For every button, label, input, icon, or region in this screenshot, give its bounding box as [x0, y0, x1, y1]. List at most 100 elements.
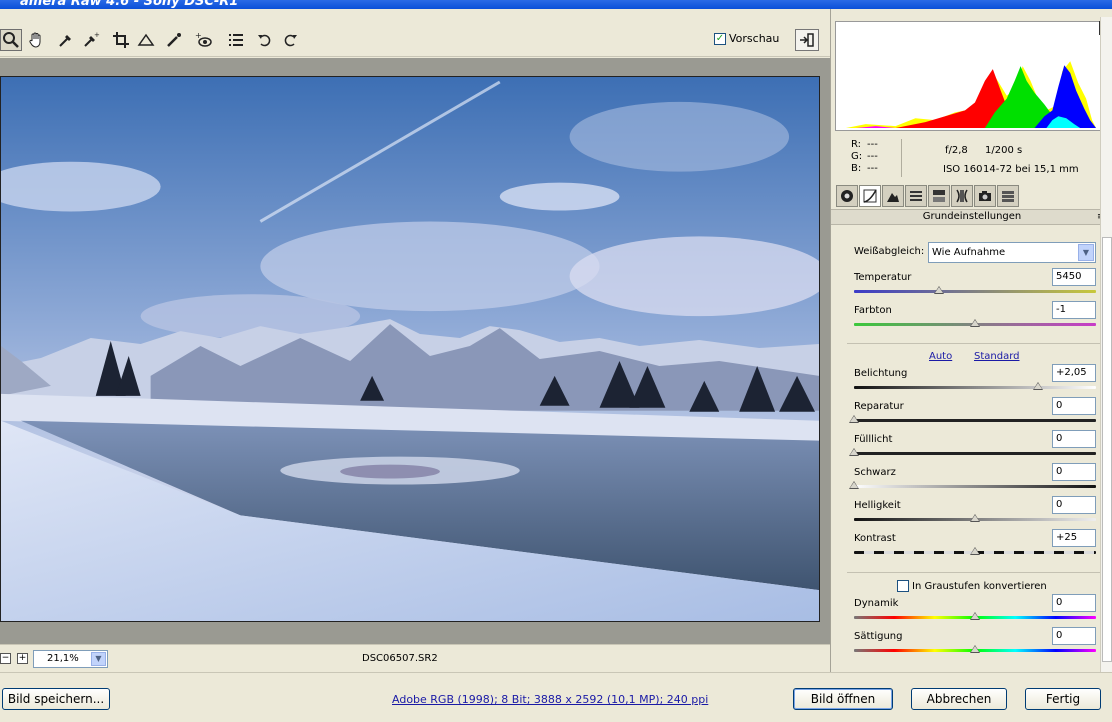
histogram — [835, 21, 1103, 131]
slider-thumb[interactable] — [970, 612, 980, 620]
slider-thumb[interactable] — [970, 319, 980, 327]
aperture-icon — [841, 190, 853, 202]
image-canvas[interactable] — [0, 58, 830, 644]
zoom-out-button[interactable]: − — [0, 653, 11, 664]
slider-label: Schwarz — [854, 467, 896, 478]
slider-thumb[interactable] — [849, 415, 859, 423]
toolbar: + + ✓ Vorschau — [0, 9, 830, 57]
slider-thumb[interactable] — [1032, 382, 1043, 390]
spot-removal-tool-icon[interactable] — [163, 29, 185, 51]
section-title: Grundeinstellungen — [922, 211, 1022, 222]
tab-camera-calibration[interactable] — [974, 185, 996, 207]
slider-label: Belichtung — [854, 368, 908, 379]
section-header: Grundeinstellungen ≡▾ — [831, 209, 1112, 225]
slider-label: Fülllicht — [854, 434, 893, 445]
tab-presets[interactable] — [997, 185, 1019, 207]
slider-value-input[interactable]: 0 — [1052, 397, 1096, 415]
zoom-select[interactable]: 21,1% ▼ — [33, 650, 108, 668]
split-icon — [933, 190, 945, 202]
slider-value-input[interactable]: +25 — [1052, 529, 1096, 547]
cancel-button[interactable]: Abbrechen — [911, 688, 1007, 710]
slider-track[interactable] — [854, 452, 1096, 455]
slider-track[interactable] — [854, 485, 1096, 488]
slider-track[interactable] — [854, 419, 1096, 422]
save-image-button[interactable]: Bild speichern... — [2, 688, 110, 710]
divider — [847, 343, 1101, 344]
tab-hsl[interactable] — [905, 185, 927, 207]
slider-value-input[interactable]: +2,05 — [1052, 364, 1096, 382]
color-sampler-tool-icon[interactable]: + — [80, 29, 102, 51]
b-label: B: — [851, 163, 862, 174]
chevron-down-icon[interactable]: ▼ — [1078, 244, 1094, 261]
rotate-right-icon[interactable] — [279, 29, 301, 51]
slider-label: Farbton — [854, 305, 892, 316]
scrollbar-thumb[interactable] — [1102, 237, 1112, 662]
slider-thumb[interactable] — [849, 481, 859, 489]
tab-lens[interactable] — [951, 185, 973, 207]
slider-value-input[interactable]: 0 — [1052, 594, 1096, 612]
red-eye-tool-icon[interactable]: + — [192, 29, 214, 51]
tab-split-toning[interactable] — [928, 185, 950, 207]
slider-value-input[interactable]: 0 — [1052, 430, 1096, 448]
slider-label: Kontrast — [854, 533, 896, 544]
preview-toggle[interactable]: ✓ Vorschau — [714, 32, 779, 45]
white-balance-row: Weißabgleich: Wie Aufnahme ▼ — [854, 242, 1096, 264]
panel-scrollbar[interactable] — [1100, 17, 1112, 672]
rgb-readout: R: --- G: --- B: --- — [851, 139, 883, 175]
preview-checkbox[interactable]: ✓ — [714, 32, 726, 45]
slider-label: Sättigung — [854, 631, 903, 642]
straighten-tool-icon[interactable] — [135, 29, 157, 51]
slider-track[interactable] — [854, 386, 1096, 389]
workflow-options-link[interactable]: Adobe RGB (1998); 8 Bit; 3888 x 2592 (10… — [392, 693, 708, 706]
slider-label: Helligkeit — [854, 500, 901, 511]
open-image-button[interactable]: Bild öffnen — [793, 688, 893, 710]
lens: 14-72 bei 15,1 mm — [983, 164, 1079, 175]
photo-preview[interactable] — [0, 76, 820, 622]
slider-value-input[interactable]: 5450 — [1052, 268, 1096, 286]
tab-detail[interactable] — [882, 185, 904, 207]
fullscreen-button[interactable] — [795, 29, 819, 51]
chevron-down-icon[interactable]: ▼ — [91, 652, 106, 666]
info-separator — [901, 139, 902, 177]
title-bar: amera Raw 4.6 - Sony DSC-R1 — [0, 0, 1112, 9]
fullscreen-icon — [800, 33, 814, 47]
filename-label: DSC06507.SR2 — [362, 653, 438, 664]
slider-label: Temperatur — [854, 272, 912, 283]
panel-tabs — [836, 185, 1111, 207]
slider-track[interactable] — [854, 290, 1096, 293]
grayscale-toggle[interactable]: In Graustufen konvertieren — [897, 580, 1047, 592]
zoom-in-button[interactable]: + — [17, 653, 28, 664]
hand-tool-icon[interactable] — [25, 29, 47, 51]
slider-thumb[interactable] — [849, 448, 859, 456]
white-balance-tool-icon[interactable] — [55, 29, 77, 51]
tab-tone-curve[interactable] — [859, 185, 881, 207]
auto-link[interactable]: Auto — [929, 351, 952, 362]
slider-thumb[interactable] — [933, 286, 944, 294]
slider-value-input[interactable]: 0 — [1052, 463, 1096, 481]
g-value: --- — [867, 151, 878, 162]
standard-link[interactable]: Standard — [974, 351, 1020, 362]
white-balance-value: Wie Aufnahme — [932, 247, 1006, 258]
slider-thumb[interactable] — [970, 547, 980, 555]
grayscale-checkbox[interactable] — [897, 580, 909, 592]
presets-icon — [1002, 191, 1014, 202]
done-button[interactable]: Fertig — [1025, 688, 1101, 710]
rotate-left-icon[interactable] — [254, 29, 276, 51]
crop-tool-icon[interactable] — [110, 29, 132, 51]
r-label: R: — [851, 139, 862, 150]
tab-basic[interactable] — [836, 185, 858, 207]
slider-value-input[interactable]: 0 — [1052, 496, 1096, 514]
aperture: f/2,8 — [945, 145, 968, 156]
slider-thumb[interactable] — [970, 645, 980, 653]
zoom-tool-icon[interactable] — [0, 29, 22, 51]
slider-value-input[interactable]: -1 — [1052, 301, 1096, 319]
info-area: R: --- G: --- B: --- f/2,8 1/200 s ISO 16014… — [831, 135, 1112, 185]
mountain-icon — [887, 193, 899, 202]
white-balance-select[interactable]: Wie Aufnahme ▼ — [928, 242, 1096, 263]
divider — [847, 572, 1101, 573]
slider-thumb[interactable] — [970, 514, 980, 522]
slider-value-input[interactable]: 0 — [1052, 627, 1096, 645]
preferences-icon[interactable] — [225, 29, 247, 51]
svg-text:+: + — [94, 31, 100, 39]
slider-label: Dynamik — [854, 598, 899, 609]
